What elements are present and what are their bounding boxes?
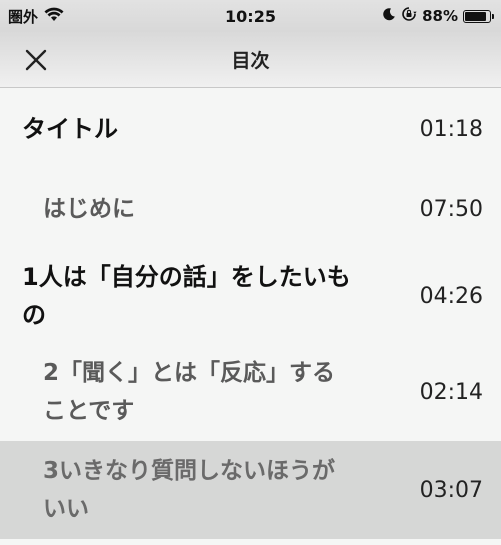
toc-item-duration: 03:07 bbox=[419, 477, 483, 503]
toc-item-chapter-2[interactable]: 2「聞く」とは「反応」することです 02:14 bbox=[0, 343, 501, 441]
toc-item-duration: 02:14 bbox=[419, 379, 483, 405]
status-left: 圏外 bbox=[8, 6, 148, 27]
battery-icon bbox=[463, 9, 494, 23]
battery-percent: 88% bbox=[422, 7, 458, 25]
toc-item-label: はじめに bbox=[43, 196, 135, 222]
status-bar: 圏外 10:25 88% bbox=[0, 0, 501, 32]
orientation-lock-icon bbox=[401, 6, 417, 26]
toc-item-label: 2「聞く」とは「反応」することです bbox=[43, 360, 336, 424]
toc-item-label: 1人は「自分の話」をしたいもの bbox=[22, 263, 351, 329]
toc-item-title[interactable]: タイトル 01:18 bbox=[0, 89, 501, 169]
toc-item-label: タイトル bbox=[22, 115, 118, 143]
moon-icon bbox=[382, 7, 396, 25]
toc-item-chapter-1[interactable]: 1人は「自分の話」をしたいもの 04:26 bbox=[0, 249, 501, 343]
close-icon bbox=[25, 49, 47, 71]
table-of-contents-list: タイトル 01:18 はじめに 07:50 1人は「自分の話」をしたいもの 04… bbox=[0, 89, 501, 539]
toc-item-chapter-3[interactable]: 3いきなり質問しないほうがいい 03:07 bbox=[0, 441, 501, 539]
wifi-icon bbox=[44, 7, 64, 26]
carrier-label: 圏外 bbox=[8, 7, 39, 26]
toc-item-duration: 07:50 bbox=[419, 196, 483, 222]
nav-bar: 目次 bbox=[0, 32, 501, 88]
toc-item-label: 3いきなり質問しないほうがいい bbox=[43, 458, 336, 522]
close-button[interactable] bbox=[18, 42, 54, 78]
status-right: 88% bbox=[341, 6, 494, 26]
page-title: 目次 bbox=[231, 50, 270, 72]
battery-level bbox=[465, 11, 487, 21]
toc-item-introduction[interactable]: はじめに 07:50 bbox=[0, 169, 501, 249]
toc-item-duration: 01:18 bbox=[419, 116, 483, 142]
toc-item-duration: 04:26 bbox=[419, 283, 483, 309]
